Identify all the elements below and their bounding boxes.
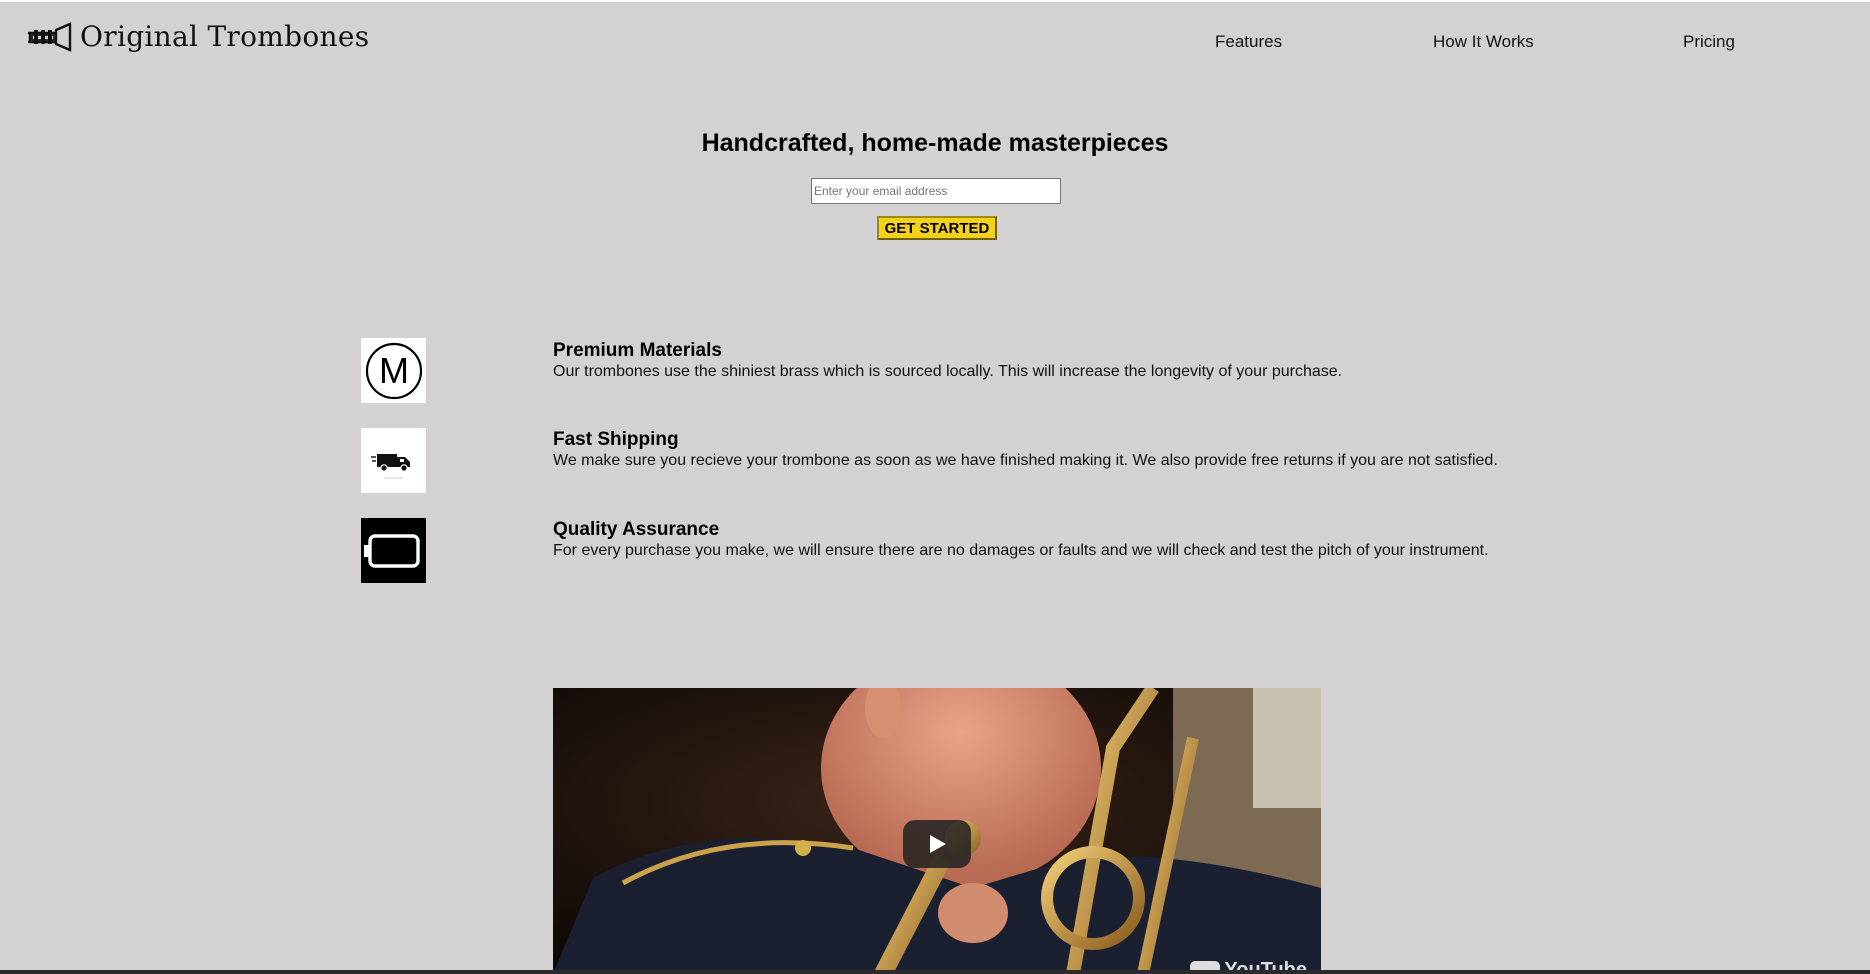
- brand-logo[interactable]: Original Trombones: [26, 22, 369, 52]
- truck-icon: [361, 428, 426, 493]
- feature-description: We make sure you recieve your trombone a…: [553, 451, 1498, 471]
- nav-pricing[interactable]: Pricing: [1683, 32, 1735, 52]
- trumpet-logo-icon: [26, 22, 72, 52]
- site-header: Original Trombones Features How It Works…: [0, 2, 1870, 82]
- email-input[interactable]: [811, 178, 1061, 204]
- battery-icon: [361, 518, 426, 583]
- svg-text:M: M: [379, 350, 409, 391]
- feature-title: Quality Assurance: [553, 519, 1489, 541]
- video-embed[interactable]: YouTube: [553, 688, 1321, 974]
- nav-features[interactable]: Features: [1215, 32, 1282, 52]
- feature-description: Our trombones use the shiniest brass whi…: [553, 362, 1342, 382]
- feature-premium-materials: Premium Materials Our trombones use the …: [553, 340, 1342, 382]
- feature-fast-shipping: Fast Shipping We make sure you recieve y…: [553, 429, 1498, 471]
- bottom-border: [0, 970, 1870, 974]
- feature-quality-assurance: Quality Assurance For every purchase you…: [553, 519, 1489, 561]
- medal-m-icon: M: [361, 338, 426, 403]
- brand-name: Original Trombones: [80, 23, 369, 51]
- nav-how-it-works[interactable]: How It Works: [1433, 32, 1534, 52]
- get-started-button[interactable]: GET STARTED: [877, 216, 997, 240]
- feature-description: For every purchase you make, we will ens…: [553, 541, 1489, 561]
- hero-title: Handcrafted, home-made masterpieces: [0, 129, 1870, 158]
- feature-title: Premium Materials: [553, 340, 1342, 362]
- feature-title: Fast Shipping: [553, 429, 1498, 451]
- play-icon: [926, 833, 948, 855]
- video-play-button[interactable]: [903, 820, 971, 868]
